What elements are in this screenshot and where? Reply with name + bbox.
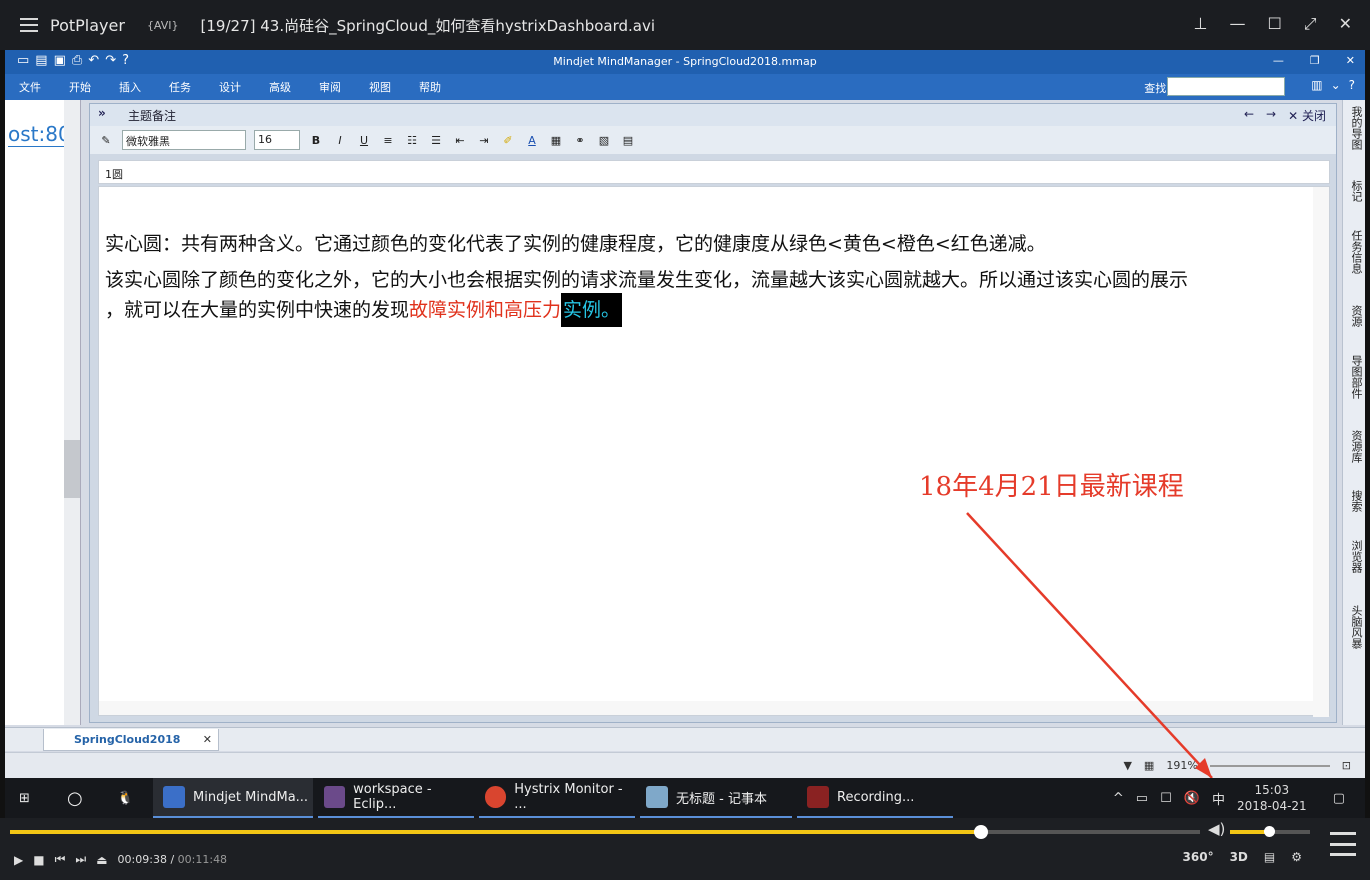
eject-icon[interactable]: ⏏	[96, 853, 107, 867]
cortana-icon[interactable]: ○	[67, 778, 83, 818]
network-icon[interactable]: ☐	[1160, 791, 1172, 806]
qq-icon[interactable]: 🐧	[117, 778, 133, 818]
format-label: {AVI}	[146, 18, 179, 32]
taskbar-app-notepad[interactable]: 无标题 - 记事本	[640, 778, 792, 818]
taskbar-app-eclipse[interactable]: workspace - Eclip...	[318, 778, 474, 818]
fullscreen-icon[interactable]: ⤢	[1304, 14, 1317, 34]
player-options: 360° 3D ▤ ⚙	[1183, 850, 1302, 864]
volume-handle[interactable]	[1264, 826, 1275, 837]
next-icon[interactable]: ⏭	[75, 852, 86, 867]
taskbar-app-label: Hystrix Monitor - ...	[514, 782, 623, 812]
stop-icon[interactable]: ■	[33, 853, 44, 867]
tray-expand-icon[interactable]: ^	[1113, 791, 1124, 806]
taskbar-app-label: workspace - Eclip...	[353, 782, 432, 812]
volume-icon[interactable]: ◀)	[1208, 820, 1225, 838]
total-time: 00:11:48	[177, 853, 228, 866]
3d-button[interactable]: 3D	[1230, 850, 1248, 864]
vr-360-button[interactable]: 360°	[1183, 850, 1214, 864]
subtitles-icon[interactable]: ▤	[1264, 850, 1275, 864]
player-app-name: PotPlayer	[50, 15, 125, 35]
windows-taskbar: ⊞ ○ 🐧 Mindjet MindMa... workspace - Ecli…	[5, 778, 1365, 818]
notepad-icon	[646, 786, 668, 808]
start-button[interactable]: ⊞	[19, 778, 30, 818]
taskbar-app-label: 无标题 - 记事本	[676, 791, 767, 807]
eclipse-icon	[324, 786, 346, 808]
minimize-icon[interactable]: —	[1229, 14, 1245, 34]
video-frame: ▭ ▤ ▣ ⎙ ↶ ↷ ? Mindjet MindManager - Spri…	[5, 50, 1365, 778]
play-icon[interactable]: ▶	[14, 853, 23, 867]
volume-slider[interactable]	[1230, 826, 1310, 837]
chrome-icon	[485, 786, 507, 808]
player-title-bar: PotPlayer {AVI} [19/27] 43.尚硅谷_SpringClo…	[0, 0, 1370, 50]
seek-bar[interactable]	[10, 825, 1200, 839]
seek-progress	[10, 830, 982, 834]
playback-buttons: ▶ ■ ⏮ ⏭ ⏏ 00:09:38 / 00:11:48	[14, 852, 227, 867]
notification-icon[interactable]: ▢	[1333, 791, 1345, 806]
speaker-muted-icon[interactable]: 🔇	[1184, 791, 1200, 806]
playlist-icon[interactable]	[1330, 832, 1356, 856]
annotation-arrow	[966, 512, 1213, 778]
battery-icon[interactable]: ▭	[1136, 791, 1148, 806]
mindmanager-icon	[163, 786, 185, 808]
pin-icon[interactable]: ⊥	[1194, 14, 1208, 34]
prev-icon[interactable]: ⏮	[55, 852, 66, 867]
time-display: 00:09:38 / 00:11:48	[117, 853, 228, 866]
maximize-icon[interactable]: ☐	[1267, 14, 1281, 34]
settings-icon[interactable]: ⚙	[1291, 850, 1302, 864]
recording-icon	[807, 786, 829, 808]
clock-time: 15:03	[1254, 783, 1290, 797]
file-title: [19/27] 43.尚硅谷_SpringCloud_如何查看hystrixDa…	[200, 16, 656, 35]
player-controls: ◀) ▶ ■ ⏮ ⏭ ⏏ 00:09:38 / 00:11:48 360° 3D…	[0, 818, 1370, 880]
system-tray: ^ ▭ ☐ 🔇 中 15:03 2018-04-21 ▢	[1113, 778, 1365, 818]
taskbar-app-recording[interactable]: Recording...	[797, 778, 953, 818]
current-time: 00:09:38	[117, 853, 167, 866]
taskbar-app-label: Recording...	[837, 789, 915, 805]
taskbar-app-mindmanager[interactable]: Mindjet MindMa...	[153, 778, 313, 818]
potplayer-window: PotPlayer {AVI} [19/27] 43.尚硅谷_SpringClo…	[0, 0, 1370, 880]
seek-handle[interactable]	[974, 825, 989, 839]
taskbar-app-chrome[interactable]: Hystrix Monitor - ...	[479, 778, 635, 818]
close-icon[interactable]: ✕	[1339, 14, 1352, 34]
menu-icon[interactable]	[20, 18, 38, 32]
ime-indicator[interactable]: 中	[1212, 789, 1225, 808]
clock[interactable]: 15:03 2018-04-21	[1237, 782, 1307, 814]
taskbar-app-label: Mindjet MindMa...	[193, 789, 309, 805]
clock-date: 2018-04-21	[1236, 799, 1307, 813]
